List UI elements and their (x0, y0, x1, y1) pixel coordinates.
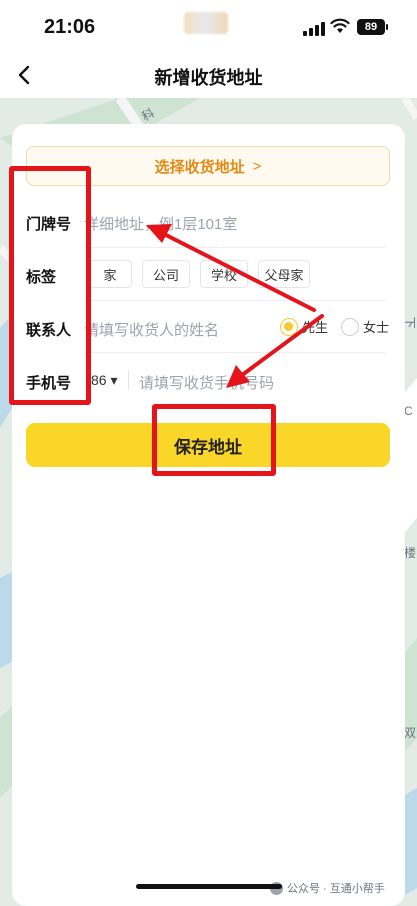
tag-company[interactable]: 公司 (142, 260, 190, 288)
phone-input[interactable]: 请填写收货手机号码 (139, 372, 274, 393)
radio-unchecked-icon (341, 317, 359, 336)
watermark: 公众号 · 互通小帮手 (270, 880, 385, 896)
chevron-right-icon: > (252, 157, 262, 175)
battery-icon: 89 (357, 19, 388, 35)
map-label: 楼 (404, 546, 417, 560)
map-label: 双 (404, 726, 417, 740)
status-bar: 21:06 89 (0, 0, 417, 54)
nav-bar: 新增收货地址 (0, 54, 417, 98)
map-label: C (404, 404, 413, 418)
page-title: 新增收货地址 (154, 68, 263, 88)
contact-name-input[interactable]: 请填写收货人的姓名 (84, 319, 219, 340)
divider (84, 352, 386, 353)
divider (84, 247, 386, 248)
watermark-text: 公众号 · 互通小帮手 (287, 883, 385, 895)
radio-ms[interactable]: 女士 (341, 317, 389, 336)
status-time: 21:06 (44, 16, 96, 38)
signal-icon (303, 22, 325, 36)
home-indicator[interactable] (136, 884, 282, 889)
annotation-box-save (152, 404, 276, 476)
country-code-select[interactable]: 86 ▾ (91, 372, 118, 389)
blurred-status-area (184, 12, 228, 34)
tag-parents-home[interactable]: 父母家 (258, 260, 310, 288)
radio-checked-icon (280, 317, 298, 336)
wifi-icon (330, 18, 350, 33)
radio-ms-label: 女士 (363, 320, 390, 335)
divider (84, 300, 386, 301)
tag-school[interactable]: 学校 (200, 260, 248, 288)
annotation-box-labels (9, 166, 91, 405)
divider (128, 370, 129, 390)
radio-mr-label: 先生 (302, 320, 329, 335)
door-number-input[interactable]: 详细地址，例1层101室 (84, 213, 237, 234)
tag-home[interactable]: 家 (88, 260, 132, 288)
radio-mr[interactable]: 先生 (280, 317, 328, 336)
select-address-label: 选择收货地址 (154, 158, 245, 176)
